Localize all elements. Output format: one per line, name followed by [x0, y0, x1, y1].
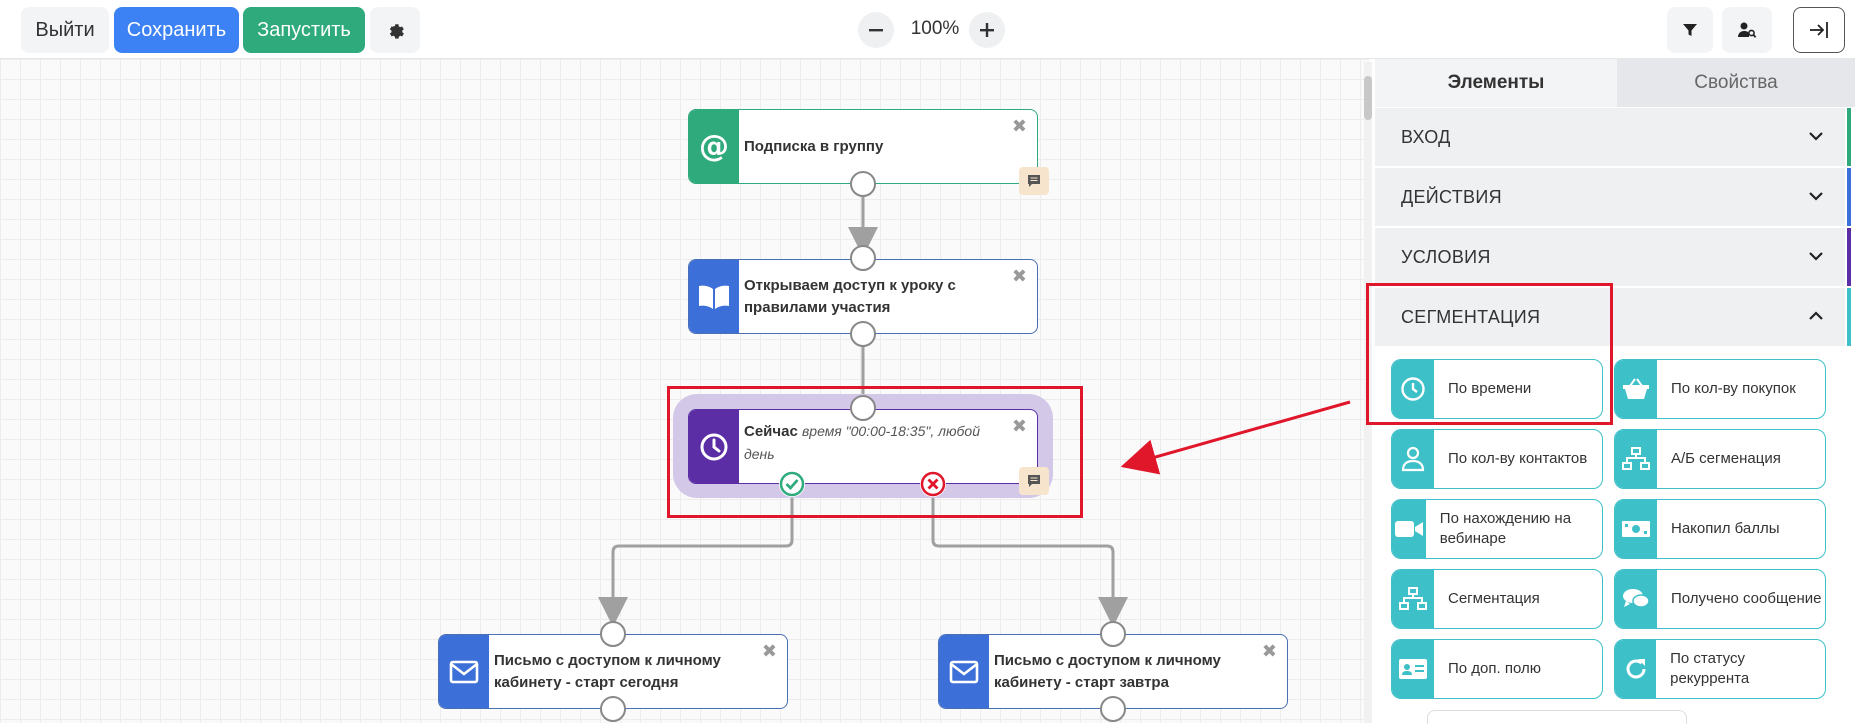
video-icon: [1394, 521, 1423, 537]
plus-icon: [980, 23, 994, 37]
run-button[interactable]: Запустить: [243, 7, 365, 53]
tile-icon-box: [1615, 500, 1657, 558]
node-title: Письмо с доступом к личному кабинету - с…: [494, 651, 721, 691]
tile-icon-box: [1392, 430, 1434, 488]
section-color-bar: [1847, 168, 1851, 226]
section-actions[interactable]: ДЕЙСТВИЯ: [1375, 168, 1851, 226]
annotation-frame-node: [667, 386, 1083, 518]
section-label: ВХОД: [1401, 126, 1451, 147]
section-color-bar: [1847, 288, 1851, 346]
tile-by-extra-field[interactable]: По доп. полю: [1391, 639, 1603, 699]
close-icon[interactable]: ✖: [762, 641, 777, 662]
tile-by-contacts[interactable]: По кол-ву контактов: [1391, 429, 1603, 489]
gear-icon: [389, 24, 404, 39]
minus-icon: [869, 29, 883, 32]
tile-points[interactable]: Накопил баллы: [1614, 499, 1826, 559]
tile-icon-box: [1392, 570, 1434, 628]
zoom-out-button[interactable]: [858, 12, 894, 48]
output-port[interactable]: [850, 321, 876, 347]
id-card-icon: [1399, 659, 1427, 679]
filter-button[interactable]: [1667, 7, 1713, 53]
sitemap-icon: [1399, 587, 1427, 610]
section-label: ДЕЙСТВИЯ: [1401, 186, 1502, 207]
close-icon[interactable]: ✖: [1012, 266, 1027, 287]
canvas-scrollbar-thumb[interactable]: [1364, 76, 1372, 120]
tile-ab-segmentation[interactable]: А/Б сегменация: [1614, 429, 1826, 489]
tile-label: По нахождению на вебинаре: [1439, 510, 1572, 547]
envelope-icon: [949, 660, 979, 683]
svg-text:@: @: [699, 132, 729, 162]
chevron-down-icon: [1809, 192, 1823, 201]
panel-bottom-card: [1427, 710, 1687, 724]
tile-label: А/Б сегменация: [1671, 450, 1781, 467]
tile-label: Получено сообщение: [1671, 590, 1822, 607]
section-color-bar: [1847, 228, 1851, 286]
chevron-down-icon: [1809, 132, 1823, 141]
output-port[interactable]: [600, 696, 626, 722]
close-icon[interactable]: ✖: [1262, 641, 1277, 662]
tile-recurrent-status[interactable]: По статусу рекуррента: [1614, 639, 1826, 699]
comment-icon[interactable]: [1019, 167, 1049, 195]
tile-label: По статусу рекуррента: [1670, 650, 1750, 687]
section-color-bar: [1847, 108, 1851, 166]
at-icon: @: [699, 132, 729, 162]
node-icon-box: @: [689, 110, 739, 183]
tile-by-webinar[interactable]: По нахождению на вебинаре: [1391, 499, 1603, 559]
tile-by-purchases[interactable]: По кол-ву покупок: [1614, 359, 1826, 419]
input-port[interactable]: [850, 245, 876, 271]
node-title: Подписка в группу: [744, 137, 884, 155]
collapse-panel-icon: [1810, 22, 1828, 38]
zoom-in-button[interactable]: [969, 12, 1005, 48]
node-title: Открываем доступ к уроку с правилами уча…: [744, 276, 956, 316]
collapse-panel-button[interactable]: [1793, 7, 1845, 53]
tile-segmentation[interactable]: Сегментация: [1391, 569, 1603, 629]
tile-label: По кол-ву покупок: [1671, 380, 1796, 397]
tile-label: Накопил баллы: [1671, 520, 1780, 537]
tile-icon-box: [1615, 360, 1657, 418]
tile-label: По доп. полю: [1448, 660, 1541, 677]
chat-icon: [1623, 589, 1650, 608]
basket-icon: [1623, 378, 1649, 399]
tile-icon-box: [1392, 500, 1426, 558]
output-port[interactable]: [1100, 696, 1126, 722]
tile-label: Сегментация: [1448, 590, 1540, 607]
tile-label: По кол-ву контактов: [1448, 450, 1588, 467]
tile-icon-box: [1615, 570, 1657, 628]
settings-button[interactable]: [370, 7, 420, 53]
close-icon[interactable]: ✖: [1012, 116, 1027, 137]
input-port[interactable]: [600, 621, 626, 647]
user-search-icon: [1738, 22, 1757, 38]
node-title: Письмо с доступом к личному кабинету - с…: [994, 651, 1221, 691]
tile-icon-box: [1615, 640, 1657, 698]
sitemap-icon: [1622, 447, 1650, 470]
annotation-frame-tile: [1366, 283, 1613, 425]
tile-icon-box: [1615, 430, 1657, 488]
exit-button[interactable]: Выйти: [21, 7, 109, 53]
tab-properties[interactable]: Свойства: [1617, 59, 1855, 107]
section-entry[interactable]: ВХОД: [1375, 108, 1851, 166]
person-icon: [1401, 446, 1425, 472]
filter-icon: [1683, 24, 1697, 36]
output-port[interactable]: [850, 171, 876, 197]
tile-icon-box: [1392, 640, 1434, 698]
node-icon-box: [939, 635, 989, 708]
book-icon: [699, 285, 729, 309]
save-button[interactable]: Сохранить: [114, 7, 239, 53]
tile-message-received[interactable]: Получено сообщение: [1614, 569, 1826, 629]
node-icon-box: [439, 635, 489, 708]
zoom-level: 100%: [910, 18, 960, 39]
tab-elements[interactable]: Элементы: [1375, 59, 1617, 107]
chevron-up-icon: [1809, 311, 1823, 320]
node-icon-box: [689, 260, 739, 333]
toolbar: Выйти Сохранить Запустить 100%: [0, 0, 1855, 59]
chevron-down-icon: [1809, 252, 1823, 261]
envelope-icon: [449, 660, 479, 683]
section-conditions[interactable]: УСЛОВИЯ: [1375, 228, 1851, 286]
user-search-button[interactable]: [1722, 7, 1772, 53]
input-port[interactable]: [1100, 621, 1126, 647]
refresh-icon: [1626, 659, 1646, 679]
money-icon: [1622, 521, 1650, 537]
panel-tabs: Элементы Свойства: [1375, 59, 1855, 107]
section-label: УСЛОВИЯ: [1401, 246, 1491, 267]
